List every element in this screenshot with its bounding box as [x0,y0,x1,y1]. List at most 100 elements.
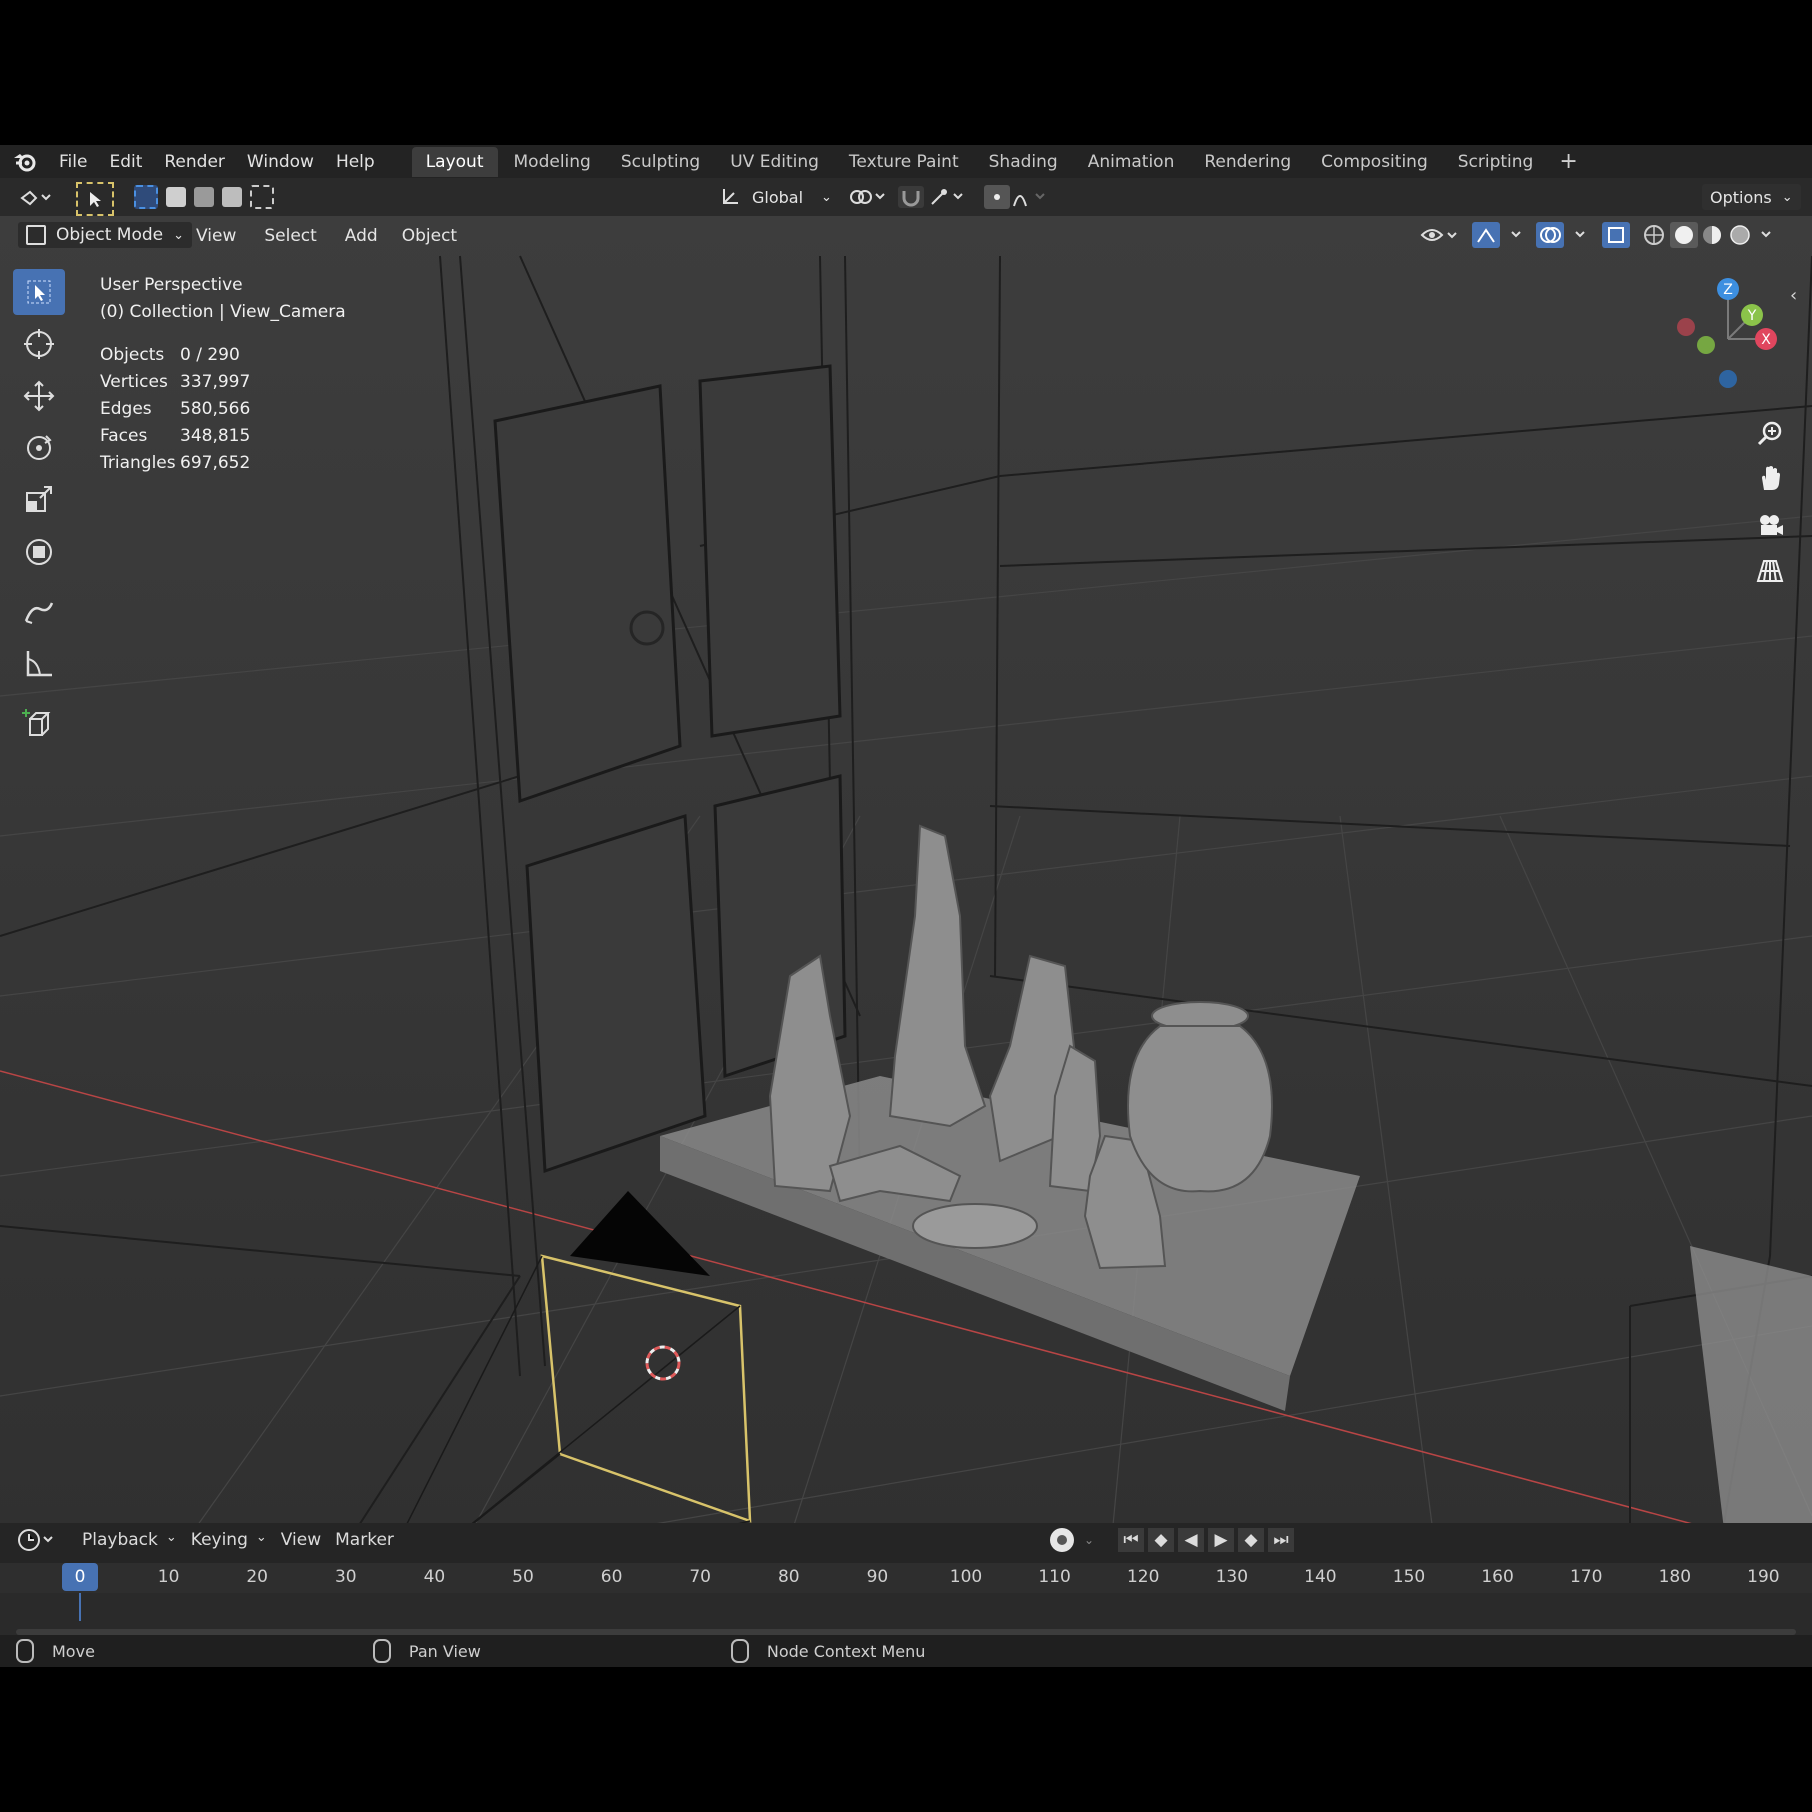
viewport-menu-view[interactable]: View [196,226,236,246]
select-box-tool[interactable] [13,269,65,315]
frame-tick-label: 170 [1569,1567,1603,1587]
viewport-menu-add[interactable]: Add [345,226,378,246]
rotate-tool[interactable] [13,425,65,471]
collection-name: (0) Collection | View_Camera [100,301,346,322]
tab-layout[interactable]: Layout [411,146,498,177]
frame-tick-label: 10 [157,1567,180,1587]
annotate-tool[interactable] [13,589,65,635]
next-keyframe-icon[interactable]: ◆ [1238,1528,1264,1552]
tab-uv-editing[interactable]: UV Editing [716,147,833,177]
add-cube-tool[interactable] [13,701,65,747]
status-node-context-menu: Node Context Menu [766,1641,926,1661]
navigation-gizmo[interactable]: Z Y X [1670,271,1790,401]
shading-mode-icons[interactable] [1640,222,1780,248]
blender-logo-icon[interactable] [12,149,38,175]
frame-tick-label: 190 [1747,1567,1780,1587]
object-mode-icon [26,225,46,245]
selection-mode-group [134,184,274,210]
viewport-menu-select[interactable]: Select [264,226,316,246]
object-mode-editor-icon [20,190,51,206]
menu-render[interactable]: Render [153,152,236,172]
options-dropdown[interactable]: Options ⌄ [1702,184,1801,210]
overlays-toggle-icon[interactable] [1536,222,1596,248]
frame-tick-label: 20 [246,1567,269,1587]
frame-tick-label: 60 [600,1567,623,1587]
jump-end-icon[interactable]: ⏭ [1268,1528,1294,1552]
select-new-icon[interactable] [134,185,158,209]
proportional-editing-group[interactable] [984,184,1054,210]
timeline-menu-playback[interactable]: Playback [82,1530,158,1550]
timeline-menu-marker[interactable]: Marker [335,1530,394,1550]
playhead-line [79,1593,81,1621]
zoom-button[interactable] [1752,415,1788,451]
mouse-middle-icon [372,1639,391,1663]
stat-label: Faces [100,425,148,446]
x-axis-label: X [1761,332,1771,348]
tab-compositing[interactable]: Compositing [1307,147,1442,177]
editor-type-button[interactable] [18,184,52,210]
neg-y-axis-ball[interactable] [1697,336,1715,354]
play-icon[interactable]: ▶ [1208,1528,1234,1552]
neg-z-axis-ball[interactable] [1719,370,1737,388]
scale-icon [26,486,52,512]
camera-view-button[interactable] [1752,507,1788,543]
tab-texture-paint[interactable]: Texture Paint [835,147,973,177]
prev-keyframe-icon[interactable]: ◆ [1148,1528,1174,1552]
visibility-eye-icon[interactable] [1420,223,1460,247]
stat-value: 697,652 [180,452,251,473]
timeline-menu-view[interactable]: View [281,1530,321,1550]
add-cube-icon [22,709,51,736]
stat-value: 580,566 [180,398,251,419]
neg-x-axis-ball[interactable] [1677,318,1695,336]
mode-dropdown[interactable]: Object Mode ⌄ [18,222,192,248]
menu-window[interactable]: Window [236,152,325,172]
timeline-editor-type-icon[interactable] [16,1527,58,1553]
tab-sculpting[interactable]: Sculpting [607,147,714,177]
jump-start-icon[interactable]: ⏮ [1118,1528,1144,1552]
select-intersect-icon[interactable] [250,185,274,209]
menu-edit[interactable]: Edit [98,152,153,172]
pan-button[interactable] [1752,460,1788,496]
auto-keying-record-icon[interactable] [1050,1528,1074,1552]
chevron-down-icon: ⌄ [165,1530,177,1545]
xray-toggle-icon[interactable] [1602,222,1632,248]
tab-shading[interactable]: Shading [975,147,1072,177]
tab-rendering[interactable]: Rendering [1190,147,1305,177]
perspective-toggle-button[interactable] [1752,553,1788,589]
scene-stats: Objects 0 / 290 Vertices 337,997 Edges 580,56… [100,341,346,476]
play-reverse-icon[interactable]: ◀ [1178,1528,1204,1552]
snapping-group[interactable] [898,184,968,210]
cursor-tool[interactable] [13,321,65,367]
transform-tool[interactable] [13,529,65,575]
tab-animation[interactable]: Animation [1074,147,1189,177]
frame-tick-label: 100 [949,1567,983,1587]
falloff-curve-icon [1013,193,1045,207]
pivot-point-dropdown[interactable] [848,184,888,210]
select-tool-button[interactable] [76,182,114,216]
select-subtract-icon[interactable] [194,187,214,207]
viewport-menu-object[interactable]: Object [402,226,457,246]
stat-row-objects: Objects 0 / 290 [100,341,346,368]
menu-file[interactable]: File [48,152,98,172]
sidebar-toggle-icon[interactable]: ‹ [1790,285,1797,306]
gizmo-toggle-icon[interactable] [1472,222,1532,248]
stat-label: Vertices [100,371,168,392]
select-extend-icon[interactable] [166,187,186,207]
transform-orientation-dropdown[interactable]: Global ⌄ [720,184,832,210]
tab-modeling[interactable]: Modeling [500,147,605,177]
scale-tool[interactable] [13,477,65,523]
move-tool[interactable] [13,373,65,419]
select-invert-icon[interactable] [222,187,242,207]
timeline-menu-keying[interactable]: Keying [191,1530,248,1550]
measure-tool[interactable] [13,641,65,687]
menu-help[interactable]: Help [325,152,386,172]
add-workspace-icon[interactable]: + [1549,149,1587,174]
tab-scripting[interactable]: Scripting [1444,147,1548,177]
stat-row-triangles: Triangles 697,652 [100,449,346,476]
stat-value: 348,815 [180,425,251,446]
cursor-arrow-icon [90,192,101,207]
frame-tick-label: 90 [866,1567,889,1587]
timeline-track[interactable] [0,1593,1812,1637]
frame-ruler[interactable]: 0 10 20 30 40 50 60 70 80 90 100 110 120 130 140 150 160… [0,1563,1812,1593]
transform-icon [26,539,52,565]
